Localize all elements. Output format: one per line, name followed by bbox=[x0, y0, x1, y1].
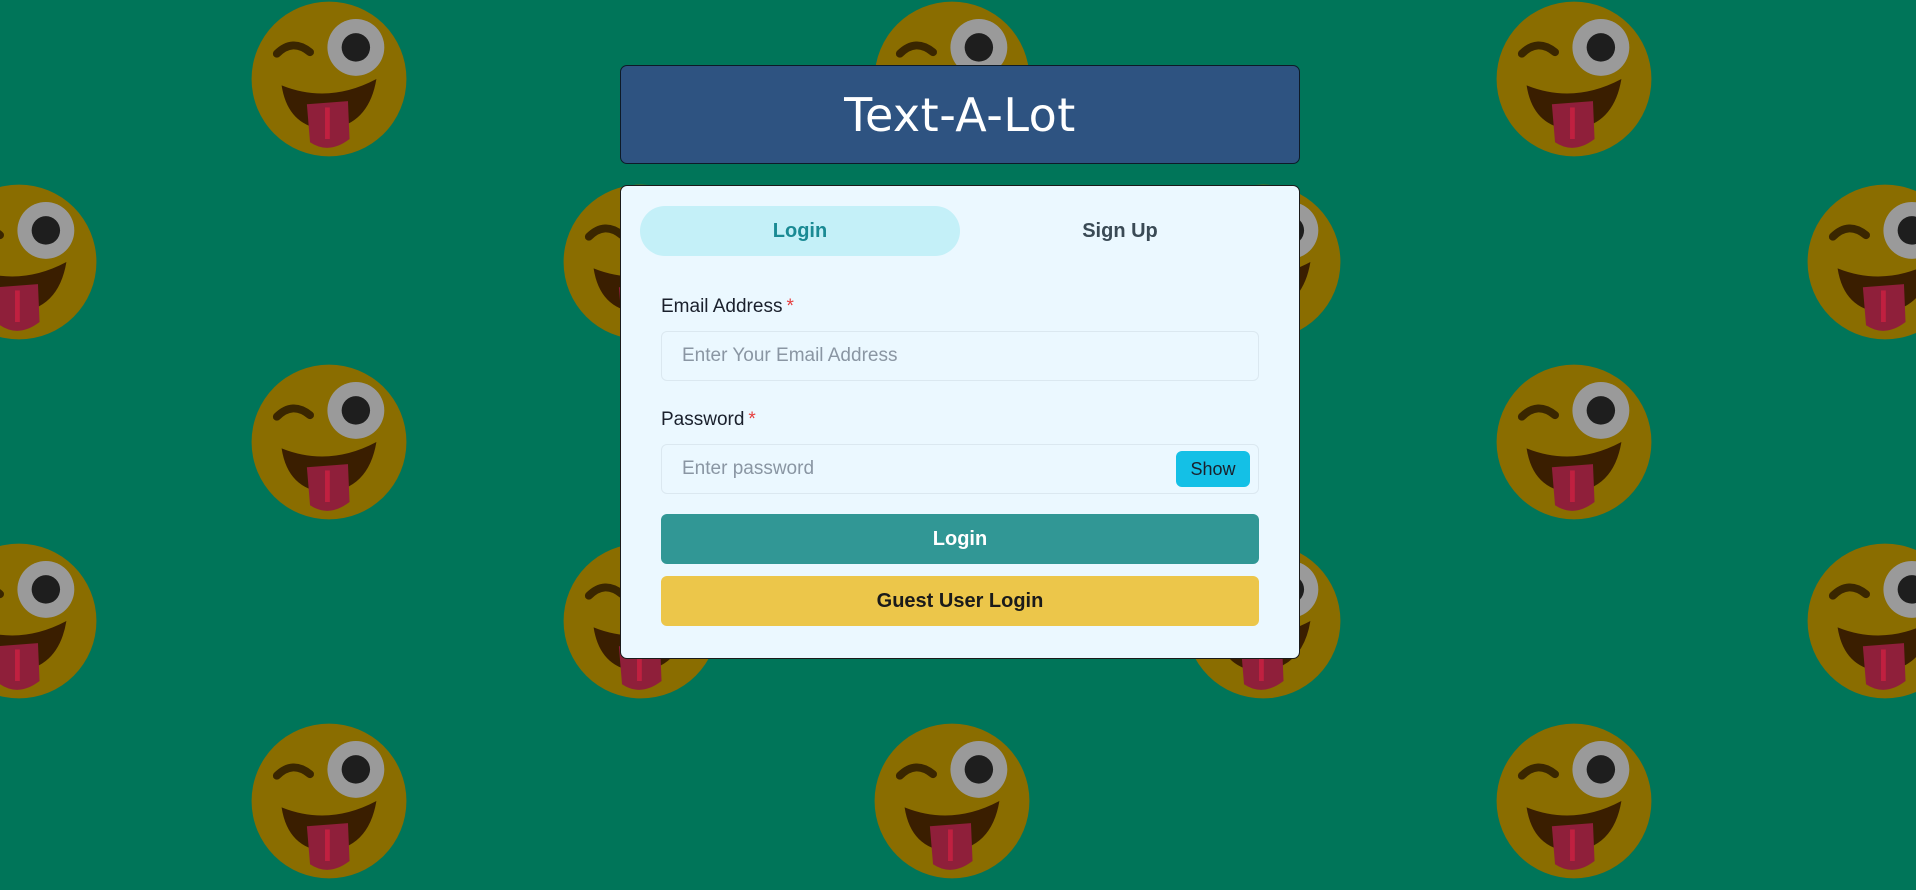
winking-tongue-emoji-icon bbox=[250, 363, 408, 521]
email-label: Email Address * bbox=[661, 296, 1259, 318]
auth-tabs: Login Sign Up bbox=[640, 206, 1280, 256]
password-required-mark: * bbox=[748, 409, 756, 430]
login-form: Email Address* Password* Show Login Gues… bbox=[640, 256, 1280, 626]
email-field-wrap bbox=[661, 331, 1259, 381]
winking-tongue-emoji-icon bbox=[873, 722, 1031, 880]
winking-tongue-emoji-icon bbox=[250, 722, 408, 880]
tab-login[interactable]: Login bbox=[640, 206, 960, 256]
show-password-button[interactable]: Show bbox=[1176, 451, 1250, 487]
login-container: Text-A-Lot Login Sign Up Email Address * … bbox=[620, 65, 1300, 659]
winking-tongue-emoji-icon bbox=[250, 0, 408, 158]
password-field-wrap: Show bbox=[661, 444, 1259, 494]
winking-tongue-emoji-icon bbox=[0, 542, 98, 700]
password-input[interactable] bbox=[662, 445, 1258, 493]
tab-sign-up[interactable]: Sign Up bbox=[960, 206, 1280, 256]
login-button[interactable]: Login bbox=[661, 514, 1259, 564]
app-header: Text-A-Lot bbox=[620, 65, 1300, 164]
password-label-text: Password bbox=[661, 409, 745, 430]
winking-tongue-emoji-icon bbox=[1806, 542, 1916, 700]
winking-tongue-emoji-icon bbox=[1806, 183, 1916, 341]
winking-tongue-emoji-icon bbox=[1495, 722, 1653, 880]
winking-tongue-emoji-icon bbox=[0, 183, 98, 341]
email-label-text: Email Address bbox=[661, 296, 783, 317]
password-label: Password * bbox=[661, 409, 1259, 431]
email-required-mark: * bbox=[786, 296, 794, 317]
email-input[interactable] bbox=[662, 332, 1258, 380]
winking-tongue-emoji-icon bbox=[1495, 363, 1653, 521]
guest-login-button[interactable]: Guest User Login bbox=[661, 576, 1259, 626]
auth-card: Login Sign Up Email Address* Password* S… bbox=[620, 185, 1300, 659]
app-title: Text-A-Lot bbox=[844, 87, 1076, 142]
winking-tongue-emoji-icon bbox=[1495, 0, 1653, 158]
